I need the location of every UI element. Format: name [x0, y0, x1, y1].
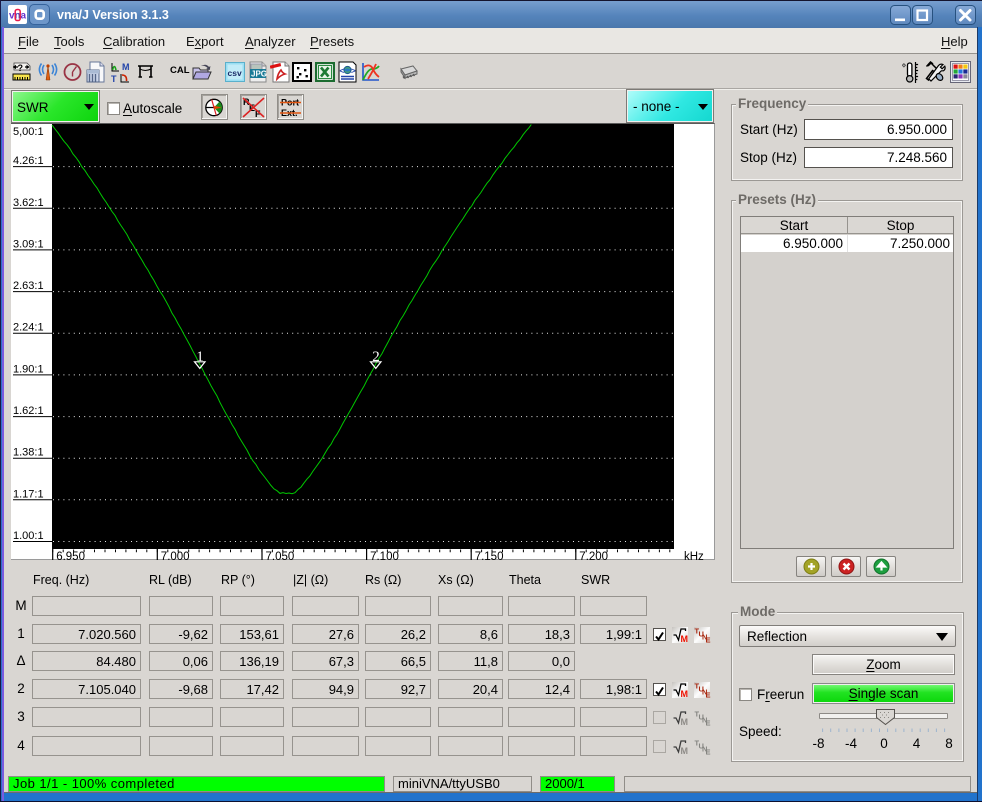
svg-text:E: E	[706, 636, 711, 645]
svg-text:2.63:1: 2.63:1	[13, 280, 44, 292]
svg-text:a: a	[21, 11, 27, 22]
svg-text:7.150: 7.150	[475, 551, 504, 560]
svg-text:JPG: JPG	[251, 70, 267, 79]
svg-text:kHz: kHz	[684, 551, 704, 560]
svg-text:E: E	[706, 748, 711, 757]
svg-text:M: M	[681, 689, 689, 699]
svg-text:T: T	[111, 74, 117, 83]
svg-text:2.24:1: 2.24:1	[13, 322, 44, 334]
svg-text:M: M	[122, 62, 130, 72]
svg-text:1.90:1: 1.90:1	[13, 363, 44, 375]
svg-text:M: M	[681, 717, 689, 727]
svg-text:6.950: 6.950	[56, 551, 85, 560]
svg-text:7.050: 7.050	[266, 551, 295, 560]
svg-text:3.62:1: 3.62:1	[13, 197, 44, 209]
svg-text:1.38:1: 1.38:1	[13, 447, 44, 459]
svg-text:4.26:1: 4.26:1	[13, 155, 44, 167]
svg-text:1: 1	[196, 349, 204, 365]
svg-text:M: M	[681, 634, 689, 644]
svg-text:<: <	[340, 67, 345, 76]
svg-text:1.17:1: 1.17:1	[13, 488, 44, 500]
svg-text:7.000: 7.000	[161, 551, 190, 560]
svg-text:E: E	[706, 719, 711, 728]
svg-text:csv: csv	[228, 68, 242, 78]
svg-text:1.62:1: 1.62:1	[13, 405, 44, 417]
svg-text:>: >	[351, 67, 356, 76]
svg-text:M: M	[681, 746, 689, 756]
svg-text:?: ?	[18, 63, 24, 73]
svg-text:7.200: 7.200	[579, 551, 608, 560]
svg-text:1.00:1: 1.00:1	[13, 530, 44, 542]
svg-text:2: 2	[372, 349, 380, 365]
svg-text:E: E	[706, 691, 711, 700]
svg-text:3.09:1: 3.09:1	[13, 238, 44, 250]
svg-text:5,00:1: 5,00:1	[13, 126, 44, 138]
svg-text:7.100: 7.100	[370, 551, 399, 560]
